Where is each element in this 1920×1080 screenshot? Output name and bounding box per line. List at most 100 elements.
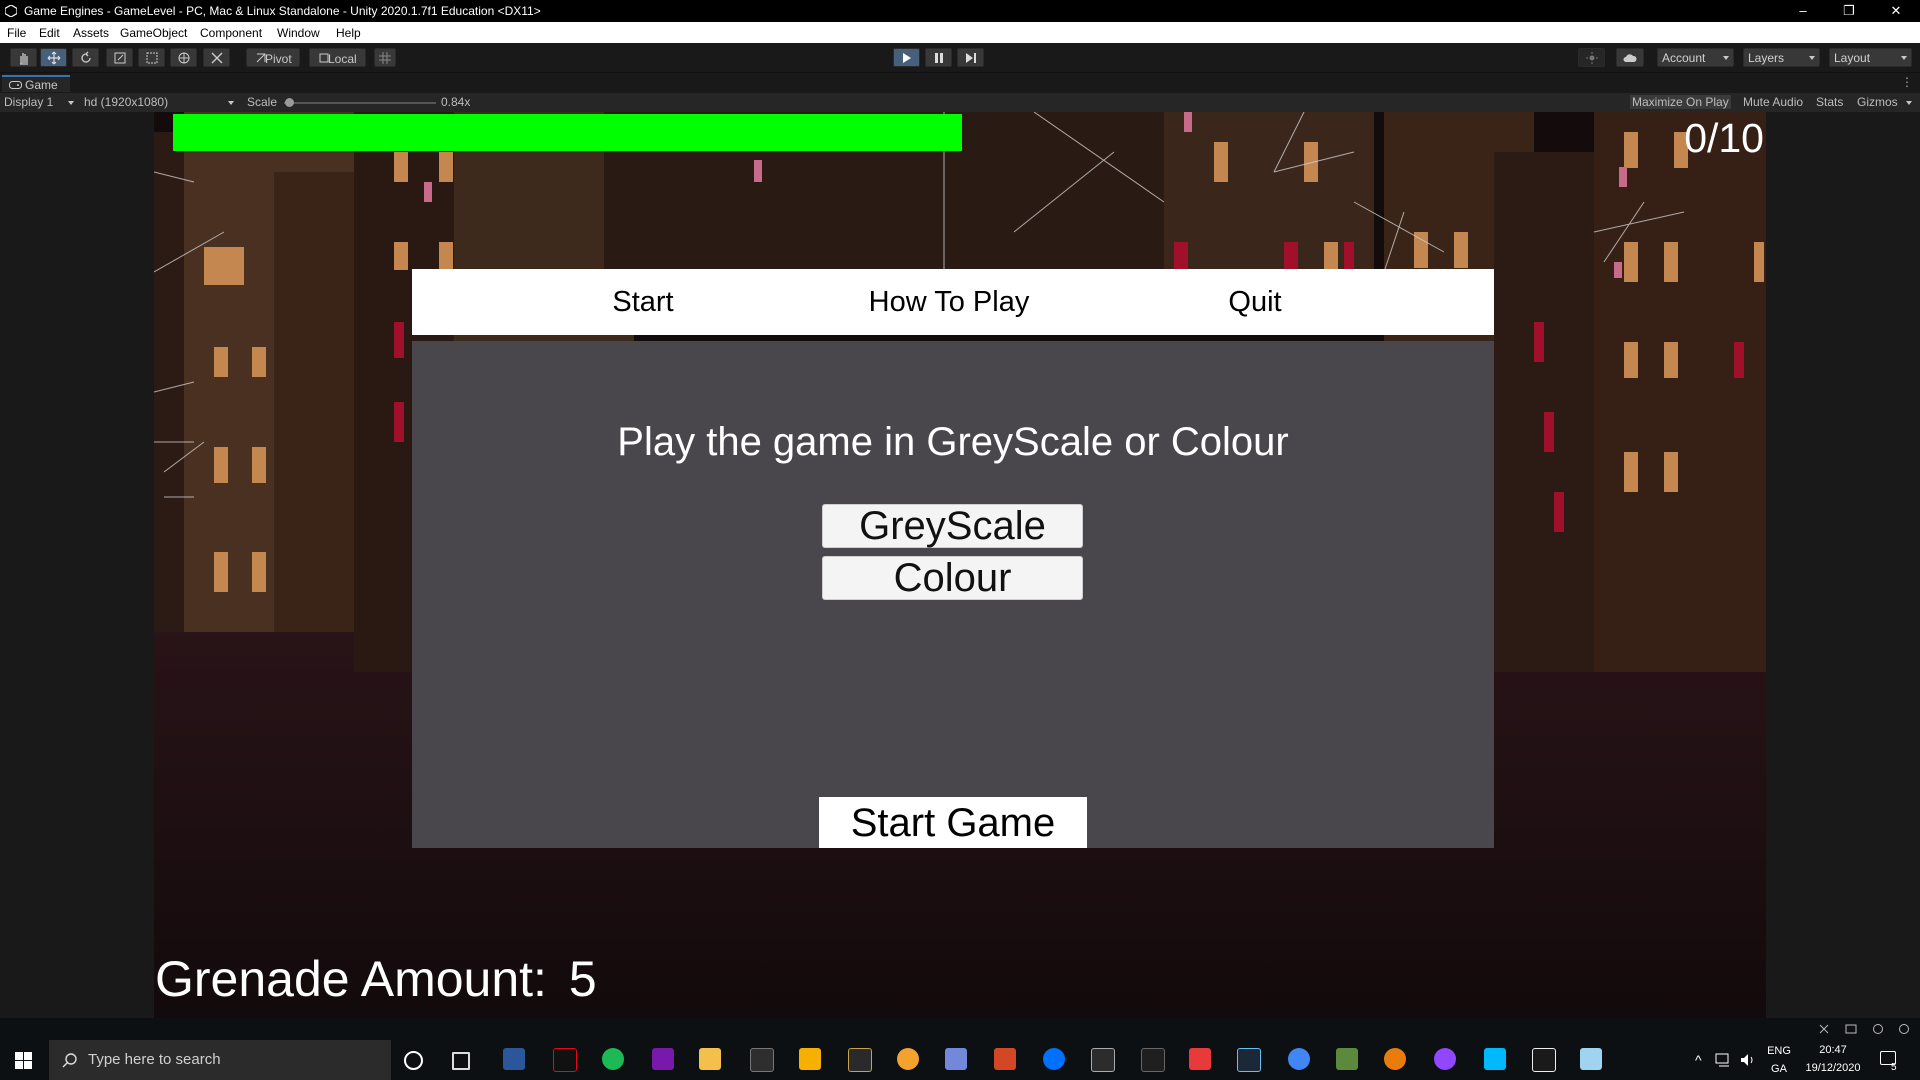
close-button[interactable]: ✕ — [1873, 0, 1919, 22]
menu-bar: File Edit Assets GameObject Component Wi… — [0, 22, 1920, 43]
local-icon — [319, 53, 329, 62]
unity-app-icon — [5, 5, 17, 17]
mute-audio-toggle[interactable]: Mute Audio — [1743, 95, 1803, 109]
spotify-icon[interactable] — [602, 1048, 624, 1070]
rotate-tool-button[interactable] — [72, 48, 99, 67]
grenade-counter: Grenade Amount: 5 — [155, 950, 597, 1008]
menu-edit[interactable]: Edit — [39, 26, 60, 40]
display-dropdown[interactable]: Display 1 — [4, 95, 53, 109]
network-icon[interactable] — [1715, 1053, 1733, 1067]
maximize-on-play-toggle[interactable]: Maximize On Play — [1630, 95, 1731, 109]
notes-app-icon[interactable] — [1580, 1048, 1602, 1070]
file-explorer-icon[interactable] — [699, 1048, 721, 1070]
stats-toggle[interactable]: Stats — [1816, 95, 1843, 109]
grenade-value: 5 — [568, 951, 597, 1007]
gizmos-dropdown[interactable]: Gizmos — [1857, 95, 1898, 109]
menu-window[interactable]: Window — [277, 26, 320, 40]
netflix-icon[interactable] — [553, 1048, 577, 1072]
hand-tool-button[interactable] — [10, 48, 37, 67]
tab-quit[interactable]: Quit — [1135, 286, 1375, 319]
play-button[interactable] — [893, 48, 920, 67]
pause-button[interactable] — [925, 48, 952, 67]
layers-dropdown[interactable]: Layers — [1743, 48, 1820, 67]
transform-icon — [178, 52, 189, 63]
volume-icon[interactable] — [1740, 1053, 1756, 1067]
health-bar — [173, 114, 962, 151]
layout-dropdown[interactable]: Layout — [1829, 48, 1912, 67]
step-button[interactable] — [957, 48, 984, 67]
greyscale-button[interactable]: GreyScale — [822, 504, 1083, 548]
restore-button[interactable]: ❐ — [1826, 0, 1872, 22]
tab-how-to-play[interactable]: How To Play — [829, 286, 1069, 319]
layout-label: Layout — [1834, 51, 1871, 65]
onenote-icon[interactable] — [652, 1048, 674, 1070]
custom-tool-button[interactable] — [203, 48, 230, 67]
cloud-button[interactable] — [1616, 48, 1644, 67]
play-icon — [902, 52, 911, 63]
menu-gameobject[interactable]: GameObject — [120, 26, 187, 40]
uplay-icon[interactable] — [1043, 1048, 1065, 1070]
menu-assets[interactable]: Assets — [73, 26, 109, 40]
taskbar-search-box[interactable]: Type here to search — [49, 1040, 391, 1080]
chevron-up-icon[interactable]: ^ — [1695, 1052, 1702, 1068]
minecraft-icon[interactable] — [1336, 1048, 1358, 1070]
move-tool-button[interactable] — [40, 48, 67, 67]
steam-icon[interactable] — [1237, 1048, 1261, 1072]
chevron-down-icon — [1906, 101, 1912, 105]
menu-component[interactable]: Component — [200, 26, 262, 40]
transform-tool-button[interactable] — [170, 48, 197, 67]
powerpoint-icon[interactable] — [994, 1048, 1016, 1070]
minimize-button[interactable]: – — [1780, 0, 1826, 22]
chevron-down-icon — [1901, 56, 1907, 60]
valorant-icon[interactable] — [750, 1048, 774, 1072]
tab-start[interactable]: Start — [523, 286, 763, 319]
resolution-dropdown[interactable]: hd (1920x1080) — [84, 95, 168, 109]
unity-taskbar-icon[interactable] — [1532, 1048, 1556, 1072]
rockstar-icon[interactable] — [799, 1048, 821, 1070]
twitch-icon[interactable] — [1434, 1048, 1456, 1070]
logitech-icon[interactable] — [1484, 1048, 1506, 1070]
scale-slider-handle[interactable] — [285, 98, 294, 107]
discord-icon[interactable] — [945, 1048, 967, 1070]
media-app-icon[interactable] — [1189, 1048, 1211, 1070]
scale-tool-button[interactable] — [106, 48, 133, 67]
pivot-toggle[interactable]: Pivot — [246, 48, 300, 67]
menu-file[interactable]: File — [7, 26, 26, 40]
gamepad-app-icon[interactable] — [1141, 1048, 1165, 1072]
game-tab-bar: Game ⋮ — [0, 73, 1920, 93]
gamepad-icon — [9, 81, 22, 89]
cloud-icon — [1623, 53, 1637, 62]
language-indicator-top[interactable]: ENG — [1767, 1045, 1791, 1057]
tab-game[interactable]: Game — [2, 75, 70, 92]
colour-button[interactable]: Colour — [822, 556, 1083, 600]
tools-app-icon[interactable] — [1091, 1048, 1115, 1072]
scale-slider-track[interactable] — [284, 102, 436, 104]
blender-icon[interactable] — [1384, 1048, 1406, 1070]
search-icon — [62, 1053, 77, 1068]
cortana-icon[interactable] — [404, 1051, 423, 1070]
start-game-button[interactable]: Start Game — [819, 797, 1087, 848]
menu-help[interactable]: Help — [336, 26, 361, 40]
word-icon[interactable] — [503, 1048, 525, 1070]
window-title: Game Engines - GameLevel - PC, Mac & Lin… — [24, 4, 541, 18]
language-indicator-bottom[interactable]: GA — [1767, 1063, 1791, 1075]
grid-snap-button[interactable] — [374, 48, 396, 67]
more-options-icon[interactable]: ⋮ — [1901, 75, 1913, 89]
pause-icon — [934, 52, 943, 63]
clock-time[interactable]: 20:47 — [1800, 1044, 1866, 1056]
rotate-icon — [80, 51, 91, 63]
rect-tool-button[interactable] — [138, 48, 165, 67]
origin-icon[interactable] — [897, 1048, 919, 1070]
task-view-icon[interactable] — [452, 1052, 470, 1070]
toolbar: Pivot Local Account Layers Layout — [0, 43, 1920, 73]
windows-start-icon[interactable] — [15, 1052, 32, 1069]
collab-button[interactable] — [1578, 48, 1605, 67]
chevron-down-icon — [1809, 56, 1815, 60]
chrome-icon[interactable] — [1288, 1048, 1310, 1070]
notification-count: 5 — [1891, 1062, 1897, 1073]
game-view-controls: Display 1 hd (1920x1080) Scale 0.84x Max… — [0, 93, 1920, 112]
league-icon[interactable] — [848, 1048, 872, 1072]
account-dropdown[interactable]: Account — [1657, 48, 1734, 67]
local-toggle[interactable]: Local — [309, 48, 366, 67]
clock-date[interactable]: 19/12/2020 — [1800, 1062, 1866, 1074]
